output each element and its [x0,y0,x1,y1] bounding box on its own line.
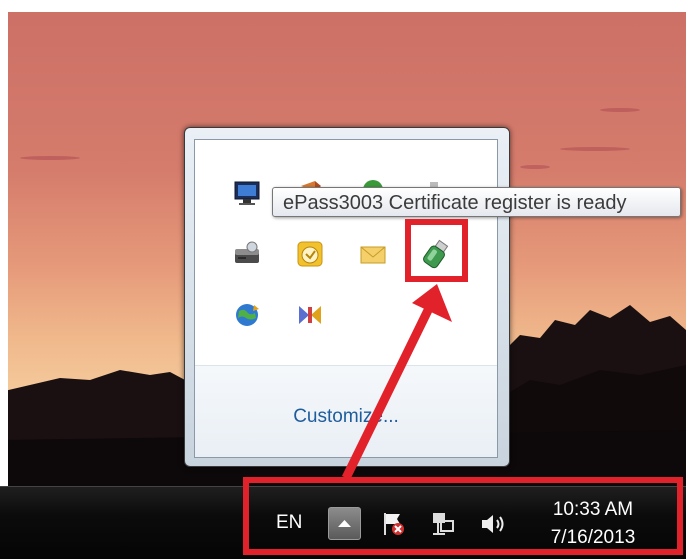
image-border [0,0,686,12]
globe-refresh-icon[interactable] [232,300,262,330]
mail-envelope-icon[interactable] [358,239,388,269]
highlight-box-usb-icon [405,219,468,282]
highlight-box-tray [243,477,683,555]
image-border [0,0,8,486]
sync-arrows-icon[interactable] [295,300,325,330]
customize-section: Customize... [195,366,497,457]
disk-drive-icon[interactable] [232,239,262,269]
tooltip: ePass3003 Certificate register is ready [272,187,681,217]
outlook-clock-icon[interactable] [295,239,325,269]
network-monitor-icon[interactable] [232,178,262,208]
notification-overflow-popup: Customize... [184,127,510,467]
customize-link[interactable]: Customize... [195,406,497,428]
